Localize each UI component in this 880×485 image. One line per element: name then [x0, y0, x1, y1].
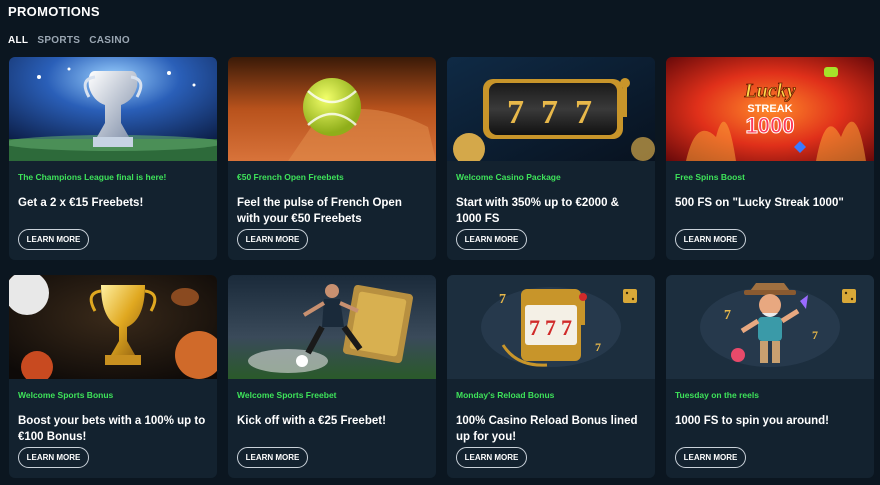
svg-text:7: 7: [575, 94, 592, 131]
card-title: Feel the pulse of French Open with your …: [237, 197, 402, 225]
cowboy-character-image: 7 7: [666, 275, 874, 379]
logo-text-lucky: Lucky: [743, 80, 795, 102]
promo-card-champions-league[interactable]: The Champions League final is here! Get …: [9, 57, 217, 260]
card-title: Get a 2 x €15 Freebets!: [18, 197, 144, 209]
svg-text:7: 7: [499, 292, 506, 307]
promotions-grid: The Champions League final is here! Get …: [9, 57, 874, 478]
tab-sports[interactable]: SPORTS: [37, 35, 80, 46]
svg-text:7: 7: [812, 328, 818, 342]
tab-all[interactable]: ALL: [8, 35, 28, 46]
promo-card-tuesday-reels[interactable]: 7 7 Tuesday on the reels 1000 FS to spin…: [666, 275, 874, 478]
svg-text:7: 7: [529, 315, 540, 340]
svg-text:7: 7: [545, 315, 556, 340]
card-category: Welcome Sports Bonus: [18, 390, 114, 400]
svg-text:7: 7: [595, 340, 601, 354]
gold-trophy-balls-image: [9, 275, 217, 379]
svg-text:7: 7: [507, 94, 524, 131]
card-title: 1000 FS to spin you around!: [675, 415, 829, 427]
learn-more-button[interactable]: LEARN MORE: [237, 229, 308, 250]
card-category: Welcome Casino Package: [456, 172, 561, 182]
card-title: 500 FS on "Lucky Streak 1000": [675, 197, 844, 209]
card-category: Free Spins Boost: [675, 172, 745, 182]
card-category: The Champions League final is here!: [18, 172, 167, 182]
logo-text-1000: 1000: [746, 113, 795, 138]
card-category: Tuesday on the reels: [675, 390, 759, 400]
lucky-streak-logo-image: Lucky STREAK 1000: [666, 57, 874, 161]
learn-more-button[interactable]: LEARN MORE: [18, 229, 89, 250]
card-title: 100% Casino Reload Bonus lined up for yo…: [456, 415, 638, 443]
svg-text:7: 7: [561, 315, 572, 340]
promo-card-sports-freebet[interactable]: Welcome Sports Freebet Kick off with a €…: [228, 275, 436, 478]
page-title: PROMOTIONS: [8, 4, 100, 19]
promo-card-free-spins[interactable]: Lucky STREAK 1000 Free Spins Boost 500 F…: [666, 57, 874, 260]
promo-card-welcome-casino[interactable]: 7 7 7 Welcome Casino Package Start with …: [447, 57, 655, 260]
learn-more-button[interactable]: LEARN MORE: [675, 447, 746, 468]
learn-more-button[interactable]: LEARN MORE: [675, 229, 746, 250]
learn-more-button[interactable]: LEARN MORE: [18, 447, 89, 468]
slot-machine-777-image: 7 7 7 7 7: [447, 275, 655, 379]
learn-more-button[interactable]: LEARN MORE: [237, 447, 308, 468]
football-player-ticket-image: [228, 275, 436, 379]
tennis-ball-clay-image: [228, 57, 436, 161]
tab-casino[interactable]: CASINO: [89, 35, 130, 46]
card-title: Kick off with a €25 Freebet!: [237, 415, 386, 427]
svg-text:7: 7: [724, 308, 731, 323]
learn-more-button[interactable]: LEARN MORE: [456, 229, 527, 250]
card-category: Monday's Reload Bonus: [456, 390, 555, 400]
promo-card-french-open[interactable]: €50 French Open Freebets Feel the pulse …: [228, 57, 436, 260]
promo-card-monday-reload[interactable]: 7 7 7 7 7 Monday's Reload Bonus 100% Cas…: [447, 275, 655, 478]
champions-league-trophy-image: [9, 57, 217, 161]
card-title: Start with 350% up to €2000 & 1000 FS: [456, 197, 619, 225]
filter-tabs: ALL SPORTS CASINO: [8, 35, 130, 46]
svg-text:7: 7: [541, 94, 558, 131]
card-title: Boost your bets with a 100% up to €100 B…: [18, 415, 206, 443]
promo-card-welcome-sports[interactable]: Welcome Sports Bonus Boost your bets wit…: [9, 275, 217, 478]
card-category: €50 French Open Freebets: [237, 172, 344, 182]
learn-more-button[interactable]: LEARN MORE: [456, 447, 527, 468]
slot-777-image: 7 7 7: [447, 57, 655, 161]
card-category: Welcome Sports Freebet: [237, 390, 337, 400]
